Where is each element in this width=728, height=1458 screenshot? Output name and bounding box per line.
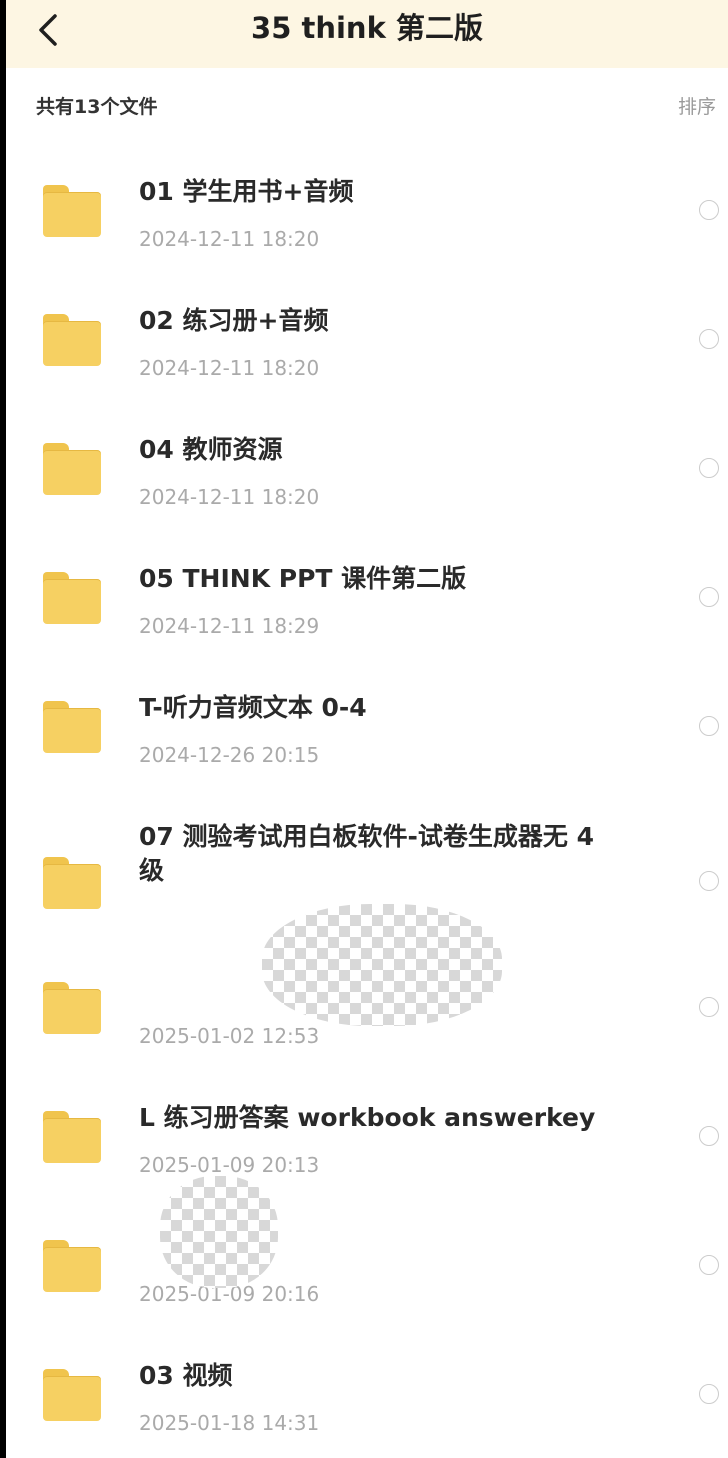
file-name: 03 视频 <box>139 1361 233 1390</box>
file-name: L 练习册答案 workbook answerkey <box>139 1103 596 1132</box>
file-date: 2024-12-11 18:20 <box>139 485 320 509</box>
file-date: 2024-12-11 18:20 <box>139 227 320 251</box>
file-date: 2025-01-02 12:53 <box>139 1024 320 1048</box>
folder-icon <box>43 701 101 753</box>
file-list: 01 学生用书+音频 2024-12-11 18:20 02 练习册+音频 20… <box>6 130 728 1443</box>
file-row[interactable]: L 练习册答案 workbook answerkey 2025-01-09 20… <box>6 1056 728 1185</box>
file-row[interactable]: 2025-01-09 20:16 <box>6 1185 728 1314</box>
folder-icon <box>43 857 101 909</box>
folder-icon <box>43 1369 101 1421</box>
file-name: 02 练习册+音频 <box>139 306 329 335</box>
file-name: 01 学生用书+音频 <box>139 177 354 206</box>
folder-icon <box>43 185 101 237</box>
folder-icon <box>43 1240 101 1292</box>
file-name: 04 教师资源 <box>139 435 283 464</box>
file-row[interactable]: 02 练习册+音频 2024-12-11 18:20 <box>6 259 728 388</box>
file-count-label: 共有13个文件 <box>36 96 158 118</box>
folder-icon <box>43 314 101 366</box>
file-date: 2025-01-09 20:13 <box>139 1153 320 1177</box>
file-row[interactable]: 05 THINK PPT 课件第二版 2024-12-11 18:29 <box>6 517 728 646</box>
file-date: 2024-12-26 20:15 <box>139 743 320 767</box>
select-radio[interactable] <box>699 587 719 607</box>
file-row[interactable]: 04 教师资源 2024-12-11 18:20 <box>6 388 728 517</box>
folder-icon <box>43 572 101 624</box>
select-radio[interactable] <box>699 1384 719 1404</box>
select-radio[interactable] <box>699 1126 719 1146</box>
file-name: 05 THINK PPT 课件第二版 <box>139 564 467 593</box>
file-name: 07 测验考试用白板软件-试卷生成器无 4 级 <box>139 822 594 885</box>
file-row[interactable]: 01 学生用书+音频 2024-12-11 18:20 <box>6 130 728 259</box>
file-date: 2024-12-11 18:29 <box>139 614 320 638</box>
file-row[interactable]: T-听力音频文本 0-4 2024-12-26 20:15 <box>6 646 728 775</box>
file-date: 2024-12-11 18:20 <box>139 356 320 380</box>
select-radio[interactable] <box>699 997 719 1017</box>
page-title: 35 think 第二版 <box>251 11 483 45</box>
folder-icon <box>43 443 101 495</box>
select-radio[interactable] <box>699 200 719 220</box>
select-radio[interactable] <box>699 1255 719 1275</box>
file-row[interactable]: 03 视频 2025-01-18 14:31 <box>6 1314 728 1443</box>
folder-icon <box>43 982 101 1034</box>
select-radio[interactable] <box>699 329 719 349</box>
redaction-overlay <box>262 904 502 1026</box>
top-bar: 35 think 第二版 <box>6 0 728 68</box>
folder-icon <box>43 1111 101 1163</box>
file-date: 2025-01-18 14:31 <box>139 1411 320 1435</box>
select-radio[interactable] <box>699 871 719 891</box>
select-radio[interactable] <box>699 458 719 478</box>
redaction-overlay <box>160 1176 278 1288</box>
select-radio[interactable] <box>699 716 719 736</box>
file-name: T-听力音频文本 0-4 <box>139 693 367 722</box>
sort-button[interactable]: 排序 <box>678 92 716 119</box>
